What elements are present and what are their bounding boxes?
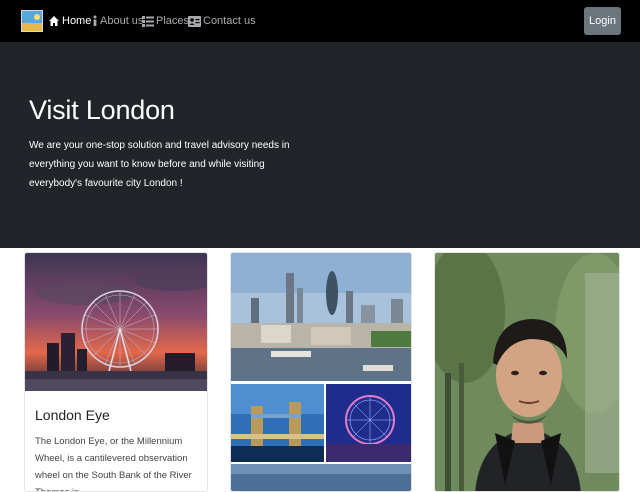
hero-banner: Visit London We are your one-stop soluti…	[0, 42, 640, 248]
card-description: The London Eye, or the Millennium Wheel,…	[35, 436, 192, 491]
nav-contact-label: Contact us	[203, 15, 256, 27]
city-skyline-photo[interactable]	[231, 253, 412, 381]
nav-item-about[interactable]: About us	[92, 13, 143, 29]
wheel-night-photo[interactable]	[326, 384, 412, 462]
nav-item-home[interactable]: Home	[48, 13, 91, 29]
profile-card	[434, 252, 620, 492]
card-title: London Eye	[35, 407, 110, 423]
london-eye-card: London Eye The London Eye, or the Millen…	[24, 252, 208, 492]
london-eye-photo	[25, 253, 207, 391]
hero-description: We are your one-stop solution and travel…	[29, 140, 290, 189]
contact-card-icon	[188, 15, 201, 27]
nav-about-label: About us	[100, 15, 144, 27]
tower-bridge-photo[interactable]	[231, 384, 324, 462]
nav-item-contact[interactable]: Contact us	[188, 13, 256, 29]
nav-item-places[interactable]: Places	[142, 13, 189, 29]
nav-places-label: Places	[156, 15, 190, 27]
profile-photo	[435, 253, 619, 491]
places-gallery-card	[230, 252, 412, 492]
navbar: Home About us Places Contact us Login	[0, 0, 640, 42]
hero-title: Visit London	[29, 95, 175, 125]
login-button[interactable]: Login	[584, 7, 621, 35]
travel-logo-icon[interactable]	[21, 10, 43, 32]
list-icon	[142, 15, 154, 27]
extra-photo[interactable]	[231, 464, 412, 492]
nav-home-label: Home	[62, 15, 92, 27]
home-icon	[49, 16, 59, 26]
info-icon	[93, 15, 97, 26]
